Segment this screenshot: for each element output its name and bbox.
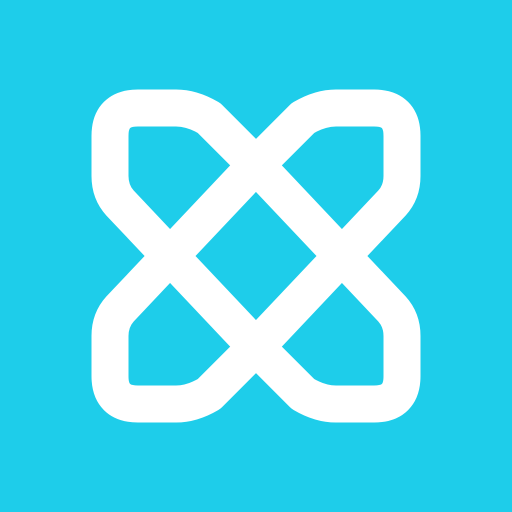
logo-outline: [91, 89, 421, 423]
interlocking-loops-logo-icon: [91, 89, 421, 423]
app-icon: [0, 0, 512, 512]
